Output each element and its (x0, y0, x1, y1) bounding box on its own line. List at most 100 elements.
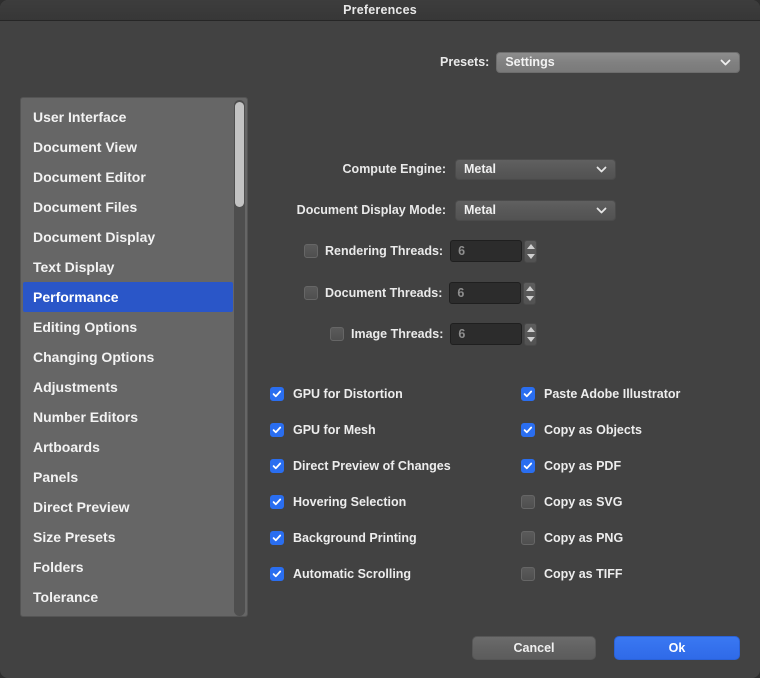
checkbox-gpu-for-mesh[interactable] (270, 423, 284, 437)
sidebar-item-label: Tolerance (33, 589, 99, 605)
rendering-threads-value: 6 (458, 244, 466, 258)
option-row-copy-as-pdf[interactable]: Copy as PDF (521, 448, 680, 484)
document-threads-stepper[interactable] (523, 282, 537, 305)
image-threads-checkbox[interactable] (330, 327, 344, 341)
stepper-down-icon[interactable] (525, 296, 534, 302)
image-threads-row: Image Threads: 6 (330, 323, 538, 346)
document-display-mode-row: Document Display Mode: Metal (256, 199, 616, 221)
compute-engine-label: Compute Engine: (342, 162, 446, 176)
checkbox-copy-as-png[interactable] (521, 531, 535, 545)
compute-engine-dropdown[interactable]: Metal (455, 158, 616, 180)
stepper-down-icon[interactable] (526, 337, 535, 343)
image-threads-label: Image Threads: (351, 327, 444, 341)
option-label: Copy as TIFF (544, 567, 623, 581)
checkbox-copy-as-svg[interactable] (521, 495, 535, 509)
chevron-down-icon (596, 164, 607, 175)
sidebar-item-document-view[interactable]: Document View (23, 132, 233, 162)
chevron-down-icon (720, 57, 731, 68)
document-threads-label: Document Threads: (325, 286, 443, 300)
sidebar-item-document-files[interactable]: Document Files (23, 192, 233, 222)
rendering-threads-field[interactable]: 6 (450, 240, 538, 263)
sidebar-item-user-interface[interactable]: User Interface (23, 102, 233, 132)
checkbox-paste-adobe-illustrator[interactable] (521, 387, 535, 401)
sidebar-item-artboards[interactable]: Artboards (23, 432, 233, 462)
sidebar-item-document-editor[interactable]: Document Editor (23, 162, 233, 192)
option-row-automatic-scrolling[interactable]: Automatic Scrolling (270, 556, 451, 592)
sidebar-item-label: User Interface (33, 109, 127, 125)
category-list-items: User Interface Document View Document Edit… (21, 102, 235, 612)
sidebar-item-label: Panels (33, 469, 79, 485)
option-row-paste-adobe-illustrator[interactable]: Paste Adobe Illustrator (521, 376, 680, 412)
stepper-down-icon[interactable] (526, 254, 535, 260)
presets-label: Presets: (440, 55, 490, 69)
ok-button[interactable]: Ok (614, 636, 740, 660)
presets-value: Settings (505, 55, 555, 69)
option-row-copy-as-svg[interactable]: Copy as SVG (521, 484, 680, 520)
rendering-threads-checkbox[interactable] (304, 244, 318, 258)
chevron-down-icon (596, 205, 607, 216)
checkbox-copy-as-tiff[interactable] (521, 567, 535, 581)
rendering-threads-label: Rendering Threads: (325, 244, 444, 258)
option-label: Automatic Scrolling (293, 567, 412, 581)
presets-dropdown[interactable]: Settings (496, 51, 740, 73)
stepper-up-icon[interactable] (526, 326, 535, 332)
document-threads-row: Document Threads: 6 (304, 282, 537, 305)
checkbox-hovering-selection[interactable] (270, 495, 284, 509)
checkbox-automatic-scrolling[interactable] (270, 567, 284, 581)
sidebar-item-label: Document Display (33, 229, 156, 245)
option-row-gpu-for-mesh[interactable]: GPU for Mesh (270, 412, 451, 448)
sidebar-item-folders[interactable]: Folders (23, 552, 233, 582)
checkbox-direct-preview-of-changes[interactable] (270, 459, 284, 473)
category-list-scrollbar[interactable] (234, 100, 245, 616)
compute-engine-value: Metal (464, 162, 496, 176)
option-label: Copy as SVG (544, 495, 623, 509)
image-threads-field[interactable]: 6 (450, 323, 538, 346)
title-bar: Preferences (0, 0, 760, 21)
sidebar-item-performance[interactable]: Performance (23, 282, 233, 312)
option-row-copy-as-png[interactable]: Copy as PNG (521, 520, 680, 556)
sidebar-item-tolerance[interactable]: Tolerance (23, 582, 233, 612)
sidebar-item-document-display[interactable]: Document Display (23, 222, 233, 252)
option-row-background-printing[interactable]: Background Printing (270, 520, 451, 556)
checkbox-gpu-for-distortion[interactable] (270, 387, 284, 401)
sidebar-item-size-presets[interactable]: Size Presets (23, 522, 233, 552)
option-row-gpu-for-distortion[interactable]: GPU for Distortion (270, 376, 451, 412)
document-display-mode-dropdown[interactable]: Metal (455, 199, 616, 221)
options-column-right: Paste Adobe Illustrator Copy as Objects Co… (521, 376, 680, 592)
sidebar-item-editing-options[interactable]: Editing Options (23, 312, 233, 342)
sidebar-item-label: Changing Options (33, 349, 155, 365)
option-row-direct-preview-of-changes[interactable]: Direct Preview of Changes (270, 448, 451, 484)
document-threads-checkbox[interactable] (304, 286, 318, 300)
option-row-copy-as-tiff[interactable]: Copy as TIFF (521, 556, 680, 592)
sidebar-item-panels[interactable]: Panels (23, 462, 233, 492)
stepper-up-icon[interactable] (526, 243, 535, 249)
option-row-copy-as-objects[interactable]: Copy as Objects (521, 412, 680, 448)
sidebar-item-label: Direct Preview (33, 499, 130, 515)
sidebar-item-adjustments[interactable]: Adjustments (23, 372, 233, 402)
stepper-up-icon[interactable] (525, 285, 534, 291)
category-list[interactable]: User Interface Document View Document Edit… (20, 97, 248, 617)
option-label: Copy as PDF (544, 459, 622, 473)
performance-pane: Compute Engine: Metal Document Display M… (256, 97, 742, 617)
sidebar-item-text-display[interactable]: Text Display (23, 252, 233, 282)
sidebar-item-label: Editing Options (33, 319, 138, 335)
sidebar-item-direct-preview[interactable]: Direct Preview (23, 492, 233, 522)
option-label: GPU for Mesh (293, 423, 376, 437)
option-label: Direct Preview of Changes (293, 459, 451, 473)
option-row-hovering-selection[interactable]: Hovering Selection (270, 484, 451, 520)
option-label: Paste Adobe Illustrator (544, 387, 681, 401)
sidebar-item-label: Performance (33, 289, 119, 305)
checkbox-copy-as-objects[interactable] (521, 423, 535, 437)
rendering-threads-stepper[interactable] (524, 240, 538, 263)
document-threads-value: 6 (457, 286, 465, 300)
options-column-left: GPU for Distortion GPU for Mesh Direct Pre… (270, 376, 451, 592)
sidebar-item-number-editors[interactable]: Number Editors (23, 402, 233, 432)
option-label: Background Printing (293, 531, 417, 545)
cancel-button[interactable]: Cancel (472, 636, 596, 660)
image-threads-stepper[interactable] (524, 323, 538, 346)
sidebar-item-changing-options[interactable]: Changing Options (23, 342, 233, 372)
checkbox-copy-as-pdf[interactable] (521, 459, 535, 473)
scrollbar-thumb[interactable] (235, 102, 244, 207)
checkbox-background-printing[interactable] (270, 531, 284, 545)
document-threads-field[interactable]: 6 (449, 282, 537, 305)
